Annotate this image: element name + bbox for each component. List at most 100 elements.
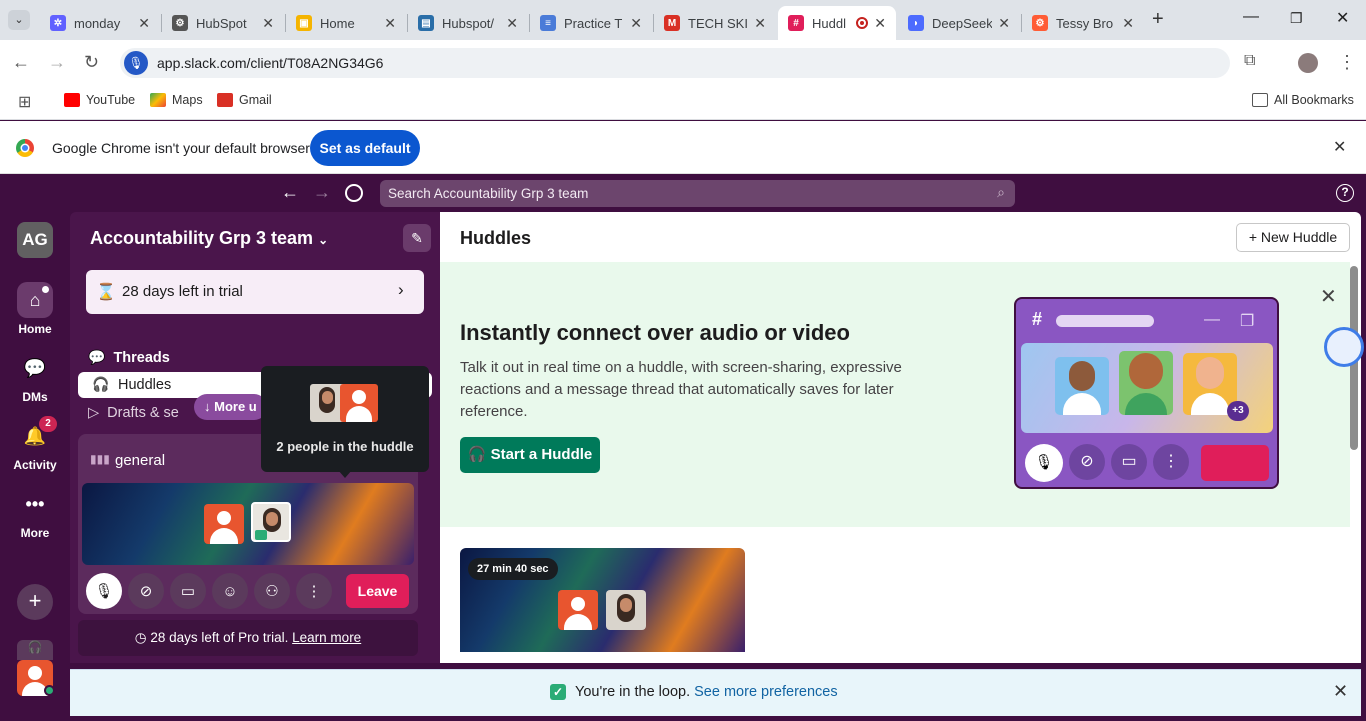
- reload-icon[interactable]: ↻: [84, 52, 99, 73]
- extensions-icon[interactable]: ⧉: [1244, 52, 1255, 70]
- trial-text: 28 days left in trial: [122, 283, 243, 300]
- new-tab-icon[interactable]: +: [1152, 8, 1164, 31]
- browser-tab[interactable]: ✲ monday ✕: [40, 6, 160, 40]
- illustration-leave-shape: [1201, 445, 1269, 481]
- tab-search-button[interactable]: ⌄: [8, 10, 30, 30]
- home-icon: ▣: [296, 15, 312, 31]
- close-tab-icon[interactable]: ✕: [874, 15, 886, 32]
- leave-button[interactable]: Leave: [346, 574, 409, 608]
- close-tab-icon[interactable]: ✕: [754, 15, 766, 32]
- rail-more[interactable]: ••• More: [0, 486, 70, 541]
- close-tab-icon[interactable]: ✕: [384, 15, 396, 32]
- address-bar[interactable]: 🎙 app.slack.com/client/T08A2NG34G6: [120, 48, 1230, 78]
- bookmark-maps[interactable]: Maps: [150, 93, 203, 107]
- profile-avatar[interactable]: [1298, 53, 1318, 73]
- slack-search-input[interactable]: Search Accountability Grp 3 team ⌕: [380, 180, 1015, 207]
- new-huddle-button[interactable]: + New Huddle: [1236, 223, 1350, 252]
- all-bookmarks[interactable]: All Bookmarks: [1252, 93, 1354, 107]
- maximize-icon[interactable]: ❐: [1290, 10, 1303, 27]
- window-close-icon[interactable]: ✕: [1336, 8, 1349, 28]
- back-icon[interactable]: ←: [12, 52, 30, 73]
- more-options-button[interactable]: ⋮: [296, 573, 332, 609]
- rail-home[interactable]: ⌂ Home: [0, 282, 70, 336]
- tab-title: Tessy Bro: [1056, 15, 1114, 31]
- history-icon[interactable]: [345, 184, 363, 202]
- trial-banner[interactable]: ⌛ 28 days left in trial ›: [86, 270, 424, 314]
- illustration-minimize-icon: —: [1204, 311, 1220, 328]
- sidebar-item-threads[interactable]: 💬 Threads: [88, 349, 170, 366]
- threads-icon: 💬: [88, 349, 106, 365]
- all-bookmarks-label: All Bookmarks: [1274, 93, 1354, 107]
- learn-more-link[interactable]: Learn more: [292, 630, 361, 645]
- arrow-down-icon: ↓: [204, 399, 215, 414]
- sidebar-item-label: Drafts & se: [107, 405, 179, 421]
- participant-avatar: [204, 504, 244, 544]
- chevron-right-icon: ›: [398, 280, 404, 299]
- history-forward-icon[interactable]: →: [313, 182, 331, 203]
- bookmark-gmail[interactable]: Gmail: [217, 93, 272, 107]
- huddle-indicator-icon[interactable]: 🎧: [17, 640, 53, 660]
- gmail-icon: [217, 93, 233, 107]
- workspace-switcher[interactable]: AG: [17, 222, 53, 258]
- rail-activity[interactable]: 🔔 2 Activity: [0, 416, 70, 472]
- browser-tab[interactable]: ≡ Practice T ✕: [530, 6, 652, 40]
- close-tab-icon[interactable]: ✕: [138, 15, 150, 32]
- more-dots-icon: •••: [25, 493, 45, 514]
- plus-icon: +: [1248, 229, 1261, 245]
- close-tab-icon[interactable]: ✕: [1122, 15, 1134, 32]
- browser-tab[interactable]: ▣ Home ✕: [286, 6, 406, 40]
- minimize-icon[interactable]: —: [1243, 8, 1259, 26]
- close-tab-icon[interactable]: ✕: [262, 15, 274, 32]
- rail-dms[interactable]: 💬 DMs: [0, 350, 70, 405]
- huddle-duration-badge: 27 min 40 sec: [468, 558, 558, 580]
- dms-icon: 💬: [23, 357, 47, 378]
- folder-icon: [1252, 93, 1268, 107]
- site-info-icon[interactable]: 🎙: [124, 51, 148, 75]
- video-off-button[interactable]: ⊘: [128, 573, 164, 609]
- huddle-promo-banner: Instantly connect over audio or video Ta…: [440, 262, 1350, 527]
- infobar-close-icon[interactable]: ✕: [1333, 137, 1346, 157]
- mic-button[interactable]: 🎙: [86, 573, 122, 609]
- huddle-preview[interactable]: [82, 483, 414, 565]
- youtube-icon: [64, 93, 80, 107]
- add-workspace-icon[interactable]: +: [17, 584, 53, 620]
- side-widget-icon[interactable]: [1324, 327, 1364, 367]
- tab-title: TECH SKIL: [688, 15, 748, 31]
- hubspot-icon: ⚙: [172, 15, 188, 31]
- help-icon[interactable]: ?: [1336, 184, 1354, 202]
- compose-button[interactable]: ✎: [403, 224, 431, 252]
- start-huddle-button[interactable]: 🎧 Start a Huddle: [460, 437, 600, 473]
- history-back-icon[interactable]: ←: [281, 182, 299, 203]
- add-people-button[interactable]: ⚇: [254, 573, 290, 609]
- tab-title: Home: [320, 15, 355, 31]
- huddle-channel-name[interactable]: general: [115, 452, 165, 469]
- bookmark-youtube[interactable]: YouTube: [64, 93, 135, 107]
- toast-close-icon[interactable]: ✕: [1333, 681, 1348, 702]
- browser-tab[interactable]: ▤ Hubspot/ ✕: [408, 6, 528, 40]
- set-default-button[interactable]: Set as default: [310, 130, 420, 166]
- preferences-link[interactable]: See more preferences: [694, 684, 837, 700]
- apps-grid-icon[interactable]: ⊞: [18, 92, 31, 112]
- browser-tab-active[interactable]: # Huddl ✕: [778, 6, 896, 40]
- chrome-menu-icon[interactable]: ⋮: [1338, 52, 1356, 73]
- more-unreads-button[interactable]: ↓ More u: [194, 394, 267, 420]
- close-tab-icon[interactable]: ✕: [506, 15, 518, 32]
- screen-share-button[interactable]: ▭: [170, 573, 206, 609]
- browser-tab[interactable]: M TECH SKIL ✕: [654, 6, 776, 40]
- promo-close-icon[interactable]: ✕: [1320, 284, 1337, 309]
- workspace-name[interactable]: Accountability Grp 3 team ⌄: [90, 228, 328, 249]
- hubspot-icon: ⚙: [1032, 15, 1048, 31]
- browser-tab[interactable]: ⚙ Tessy Bro ✕: [1022, 6, 1144, 40]
- browser-tab[interactable]: ◗ DeepSeek ✕: [898, 6, 1020, 40]
- close-tab-icon[interactable]: ✕: [998, 15, 1010, 32]
- page-title: Huddles: [460, 228, 532, 248]
- reactions-button[interactable]: ☺: [212, 573, 248, 609]
- tab-title: HubSpot: [196, 15, 247, 31]
- forward-icon[interactable]: →: [48, 52, 66, 73]
- close-tab-icon[interactable]: ✕: [630, 15, 642, 32]
- sidebar-item-drafts[interactable]: ▷ Drafts & se: [88, 405, 179, 421]
- workspace-rail: AG ⌂ Home 💬 DMs 🔔 2 Activity ••• More + 🎧: [0, 212, 70, 721]
- browser-tab[interactable]: ⚙ HubSpot ✕: [162, 6, 284, 40]
- toast-text: You're in the loop. See more preferences: [575, 684, 838, 700]
- huddle-card[interactable]: 27 min 40 sec: [460, 548, 745, 652]
